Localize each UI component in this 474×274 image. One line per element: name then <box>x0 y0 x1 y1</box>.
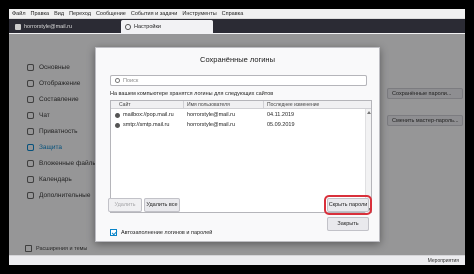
tab-bar: horrorstyle@mail.ru Настройки <box>9 19 465 33</box>
tab-mail-label: horrorstyle@mail.ru <box>24 23 73 30</box>
gear-icon <box>125 23 131 30</box>
mail-icon <box>15 23 21 30</box>
delete-all-button-label: Удалить все <box>146 202 178 208</box>
column-header-site[interactable]: Сайт <box>119 102 131 108</box>
search-input[interactable]: Поиск <box>110 75 367 86</box>
dialog-title: Сохранённые логины <box>200 55 275 64</box>
row-site: mailbox://pop.mail.ru <box>123 112 174 118</box>
menu-message[interactable]: Сообщение <box>96 11 126 17</box>
close-button[interactable]: Закрыть <box>327 217 369 231</box>
menu-go[interactable]: Переход <box>69 11 91 17</box>
search-placeholder: Поиск <box>123 78 139 84</box>
table-header: Сайт Имя пользователя Последнее изменени… <box>111 101 371 109</box>
column-header-changed[interactable]: Последнее изменение <box>267 102 319 108</box>
close-button-label: Закрыть <box>337 221 359 227</box>
delete-button[interactable]: Удалить <box>108 198 142 212</box>
autofill-checkbox[interactable] <box>110 229 117 236</box>
row-changed: 05.09.2019 <box>267 122 295 128</box>
menu-tools[interactable]: Инструменты <box>182 11 216 17</box>
tab-mail[interactable]: horrorstyle@mail.ru <box>11 20 121 33</box>
menu-events[interactable]: События и задачи <box>131 11 178 17</box>
scroll-up-icon[interactable] <box>367 111 371 114</box>
menubar: Файл Правка Вид Переход Сообщение Событи… <box>9 9 465 19</box>
row-user: horrorstyle@mail.ru <box>187 112 236 118</box>
hide-passwords-button-label: Скрыть пароли <box>328 202 368 208</box>
tab-settings[interactable]: Настройки <box>121 20 213 33</box>
globe-icon <box>115 113 120 118</box>
search-icon <box>115 78 120 83</box>
tab-settings-label: Настройки <box>134 23 161 30</box>
delete-button-label: Удалить <box>114 202 136 208</box>
saved-logins-dialog: Сохранённые логины Поиск На вашем компью… <box>95 47 380 242</box>
column-divider <box>183 101 184 109</box>
column-header-user[interactable]: Имя пользователя <box>187 102 230 108</box>
status-bar: Мероприятия <box>9 255 465 265</box>
menu-help[interactable]: Справка <box>222 11 244 17</box>
autofill-option: Автозаполнение логинов и паролей <box>110 229 212 236</box>
menu-view[interactable]: Вид <box>54 11 64 17</box>
logins-table: Сайт Имя пользователя Последнее изменени… <box>110 100 372 213</box>
table-row[interactable]: mailbox://pop.mail.ru horrorstyle@mail.r… <box>111 111 365 120</box>
row-site: smtp://smtp.mail.ru <box>123 122 170 128</box>
hide-passwords-button[interactable]: Скрыть пароли <box>324 195 372 215</box>
menu-edit[interactable]: Правка <box>31 11 50 17</box>
row-user: horrorstyle@mail.ru <box>187 122 236 128</box>
column-divider <box>263 101 264 109</box>
autofill-label: Автозаполнение логинов и паролей <box>121 229 213 236</box>
menu-file[interactable]: Файл <box>12 11 26 17</box>
row-changed: 04.11.2019 <box>267 112 295 118</box>
events-status[interactable]: Мероприятия <box>428 258 459 264</box>
globe-icon <box>115 123 120 128</box>
table-row[interactable]: smtp://smtp.mail.ru horrorstyle@mail.ru … <box>111 121 365 130</box>
delete-all-button[interactable]: Удалить все <box>144 198 180 212</box>
dialog-info-text: На вашем компьютере хранятся логины для … <box>110 91 274 97</box>
